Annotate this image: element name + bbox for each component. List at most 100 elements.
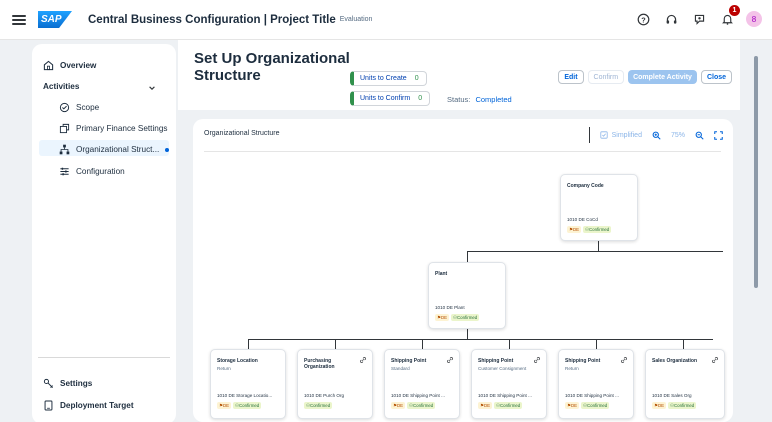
units-to-create-pill[interactable]: Units to Create 0 (350, 71, 427, 86)
node-code: 1010 DE Shipping Point ... (478, 393, 532, 398)
org-node-plant[interactable]: Plant 1010 DE Plant ⚑ DE ⚇ Confirmed (428, 262, 506, 329)
nav-activities[interactable]: Activities (43, 82, 79, 91)
app-title: Central Business Configuration | Project… (88, 13, 336, 26)
card-divider (204, 151, 721, 152)
country-flag-tag: ⚑ DE (565, 402, 580, 409)
node-title: Plant (435, 271, 448, 277)
sidebar-item-label: Scope (76, 103, 100, 112)
node-title: Shipping Point (391, 358, 427, 364)
country-code: DE (657, 403, 665, 408)
org-node-storage-location[interactable]: Storage Location Return 1010 DE Storage … (210, 349, 286, 419)
checkbox-icon (600, 131, 608, 139)
status-text: Confirmed (309, 403, 331, 408)
help-icon[interactable]: ? (634, 10, 652, 28)
country-flag-tag: ⚑ DE (478, 402, 493, 409)
nav-deployment-label: Deployment Target (60, 401, 134, 410)
nav-settings[interactable]: Settings (43, 378, 92, 389)
connector-line (422, 339, 423, 349)
nav-activities-label: Activities (43, 82, 80, 91)
node-code: 1010 DE Sales Org (652, 393, 692, 398)
country-flag-tag: ⚑ DE (217, 402, 232, 409)
country-code: DE (572, 227, 580, 232)
bell-icon[interactable]: 1 (718, 5, 740, 28)
connector-line (683, 339, 684, 349)
node-code: 1010 DE Shipping Point ... (565, 393, 619, 398)
country-code: DE (570, 403, 578, 408)
confirm-button[interactable]: Confirm (587, 70, 625, 84)
confirmed-status-tag: ⚇ Confirmed (451, 314, 480, 321)
link-icon[interactable] (711, 356, 719, 364)
settings-icon (43, 378, 53, 388)
org-node-shipping-point-consignment[interactable]: Shipping Point Customer Consignment 1010… (471, 349, 547, 419)
edit-button[interactable]: Edit (558, 70, 584, 84)
org-node-company-code[interactable]: Company Code 1010 DE CoCd ⚑ DE ⚇ Confirm… (560, 174, 638, 241)
zoom-out-icon[interactable] (695, 131, 704, 140)
sidebar-item-label: Organizational Struct... (76, 145, 160, 154)
status-text: Confirmed (588, 227, 610, 232)
node-code: 1010 DE Shipping Point ... (391, 393, 445, 398)
country-flag-tag: ⚑ DE (435, 314, 450, 321)
link-icon[interactable] (446, 356, 454, 364)
sidebar-item-scope[interactable]: Scope (59, 102, 99, 113)
copilot-icon[interactable] (690, 10, 708, 28)
node-title: Sales Organization (652, 358, 698, 364)
units-to-confirm-pill[interactable]: Units to Confirm 0 (350, 91, 431, 106)
shell-bar: SAP Central Business Configuration | Pro… (0, 0, 772, 40)
sidebar-item-configuration[interactable]: Configuration (59, 166, 125, 177)
selected-indicator-dot (165, 147, 170, 152)
toolbar-divider (588, 127, 590, 143)
connector-line (509, 339, 510, 349)
org-node-shipping-point-standard[interactable]: Shipping Point Standard 1010 DE Shipping… (384, 349, 460, 419)
node-code: 1010 DE Purch Org (304, 393, 345, 398)
finance-icon (59, 123, 70, 134)
node-subtitle: Customer Consignment (478, 366, 527, 371)
card-toolbar: Simplified 75% (588, 127, 723, 143)
node-subtitle: Return (217, 366, 231, 371)
org-node-shipping-point-return[interactable]: Shipping Point Return 1010 DE Shipping P… (558, 349, 634, 419)
status-text: Confirmed (456, 315, 478, 320)
org-node-purchasing-org[interactable]: Purchasing Organization 1010 DE Purch Or… (297, 349, 373, 419)
complete-activity-button[interactable]: Complete Activity (628, 70, 697, 84)
avatar[interactable]: 8 (746, 11, 762, 27)
connector-line (467, 251, 468, 262)
connector-line (248, 339, 713, 340)
country-flag-tag: ⚑ DE (652, 402, 667, 409)
nav-overview-label: Overview (60, 61, 97, 70)
close-button[interactable]: Close (700, 70, 732, 84)
notification-badge: 1 (729, 5, 740, 16)
status-text: Confirmed (499, 403, 521, 408)
zoom-in-icon[interactable] (652, 131, 661, 140)
sap-logo[interactable]: SAP (38, 11, 72, 28)
page-title: Set Up Organizational Structure (194, 50, 350, 84)
status-text: Confirmed (412, 403, 434, 408)
vertical-scrollbar[interactable] (754, 56, 758, 288)
headset-icon[interactable] (662, 10, 680, 28)
status-text: Confirmed (673, 403, 695, 408)
nav-overview[interactable]: Overview (43, 60, 96, 71)
simplified-toggle[interactable]: Simplified (600, 131, 642, 139)
avatar-initial: 8 (751, 14, 757, 24)
org-node-sales-org[interactable]: Sales Organization 1010 DE Sales Org ⚑ D… (645, 349, 725, 419)
link-icon[interactable] (620, 356, 628, 364)
connector-line (467, 251, 723, 252)
sidebar-item-org-structure[interactable]: Organizational Struct... (59, 144, 170, 155)
node-title: Shipping Point (565, 358, 601, 364)
nav-settings-label: Settings (60, 379, 93, 388)
node-subtitle: Return (565, 366, 579, 371)
country-code: DE (483, 403, 491, 408)
country-code: DE (396, 403, 404, 408)
link-icon[interactable] (359, 356, 367, 364)
sidebar-item-primary-finance[interactable]: Primary Finance Settings (59, 123, 167, 134)
connector-line (335, 339, 336, 349)
confirmed-status-tag: ⚇ Confirmed (494, 402, 523, 409)
confirmed-status-tag: ⚇ Confirmed (407, 402, 436, 409)
units-to-create-count: 0 (414, 75, 419, 82)
menu-icon[interactable] (12, 14, 26, 25)
link-icon[interactable] (533, 356, 541, 364)
fullscreen-icon[interactable] (714, 130, 723, 140)
chevron-down-icon[interactable] (148, 84, 156, 94)
node-code: 1010 DE Storage Locatio... (217, 393, 273, 398)
nav-deployment-target[interactable]: Deployment Target (43, 400, 134, 411)
connector-line (248, 339, 249, 349)
status-text: Confirmed (586, 403, 608, 408)
